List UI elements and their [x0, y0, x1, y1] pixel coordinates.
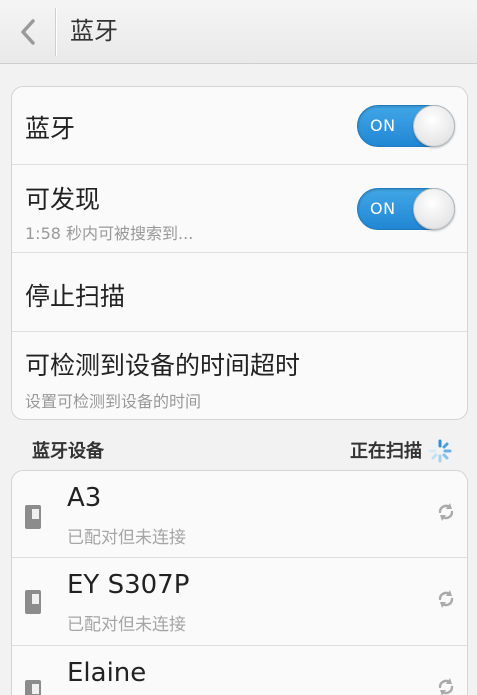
bluetooth-row[interactable]: 蓝牙 ON	[12, 87, 467, 165]
toggle-knob[interactable]	[413, 188, 455, 230]
discoverable-row[interactable]: 可发现 1:58 秒内可被搜索到... ON	[12, 165, 467, 253]
spinner-icon	[428, 439, 452, 463]
discoverable-label: 可发现	[25, 185, 101, 214]
phone-icon	[25, 590, 41, 614]
device-name: Elaine	[67, 658, 147, 688]
phone-icon	[25, 505, 41, 529]
discoverable-countdown: 1:58 秒内可被搜索到...	[25, 224, 194, 243]
device-row[interactable]: A3 已配对但未连接	[12, 471, 467, 558]
device-name: A3	[67, 483, 102, 513]
refresh-icon[interactable]	[435, 676, 457, 695]
toggle-on-text: ON	[370, 199, 396, 218]
device-status: 已配对但未连接	[67, 528, 186, 548]
toggle-knob[interactable]	[413, 105, 455, 147]
device-row[interactable]: EY S307P 已配对但未连接	[12, 558, 467, 646]
devices-section-title: 蓝牙设备	[32, 441, 104, 462]
stop-scan-label: 停止扫描	[25, 282, 126, 311]
header-divider	[55, 8, 56, 56]
visibility-timeout-sub: 设置可检测到设备的时间	[25, 392, 202, 411]
bluetooth-toggle[interactable]: ON	[357, 105, 455, 147]
bluetooth-label: 蓝牙	[25, 114, 76, 143]
toggle-on-text: ON	[370, 116, 396, 135]
refresh-icon[interactable]	[435, 588, 457, 610]
devices-card: A3 已配对但未连接 EY S307P 已配对但未连接 Elaine	[11, 470, 468, 695]
top-bar: 蓝牙	[0, 0, 477, 64]
device-status: 已配对但未连接	[67, 615, 186, 635]
visibility-timeout-label: 可检测到设备的时间超时	[25, 351, 301, 380]
device-name: EY S307P	[67, 570, 190, 600]
refresh-icon[interactable]	[435, 501, 457, 523]
bluetooth-settings-card: 蓝牙 ON 可发现 1:58 秒内可被搜索到... ON 停止扫描 可检测到设备…	[11, 86, 468, 420]
device-row[interactable]: Elaine	[12, 646, 467, 695]
phone-icon	[25, 680, 41, 695]
visibility-timeout-row[interactable]: 可检测到设备的时间超时 设置可检测到设备的时间	[12, 332, 467, 419]
chevron-left-icon	[20, 19, 35, 45]
stop-scan-row[interactable]: 停止扫描	[12, 253, 467, 332]
discoverable-toggle[interactable]: ON	[357, 188, 455, 230]
back-button[interactable]	[0, 0, 55, 64]
scanning-status: 正在扫描	[350, 441, 422, 462]
page-title: 蓝牙	[70, 17, 118, 45]
